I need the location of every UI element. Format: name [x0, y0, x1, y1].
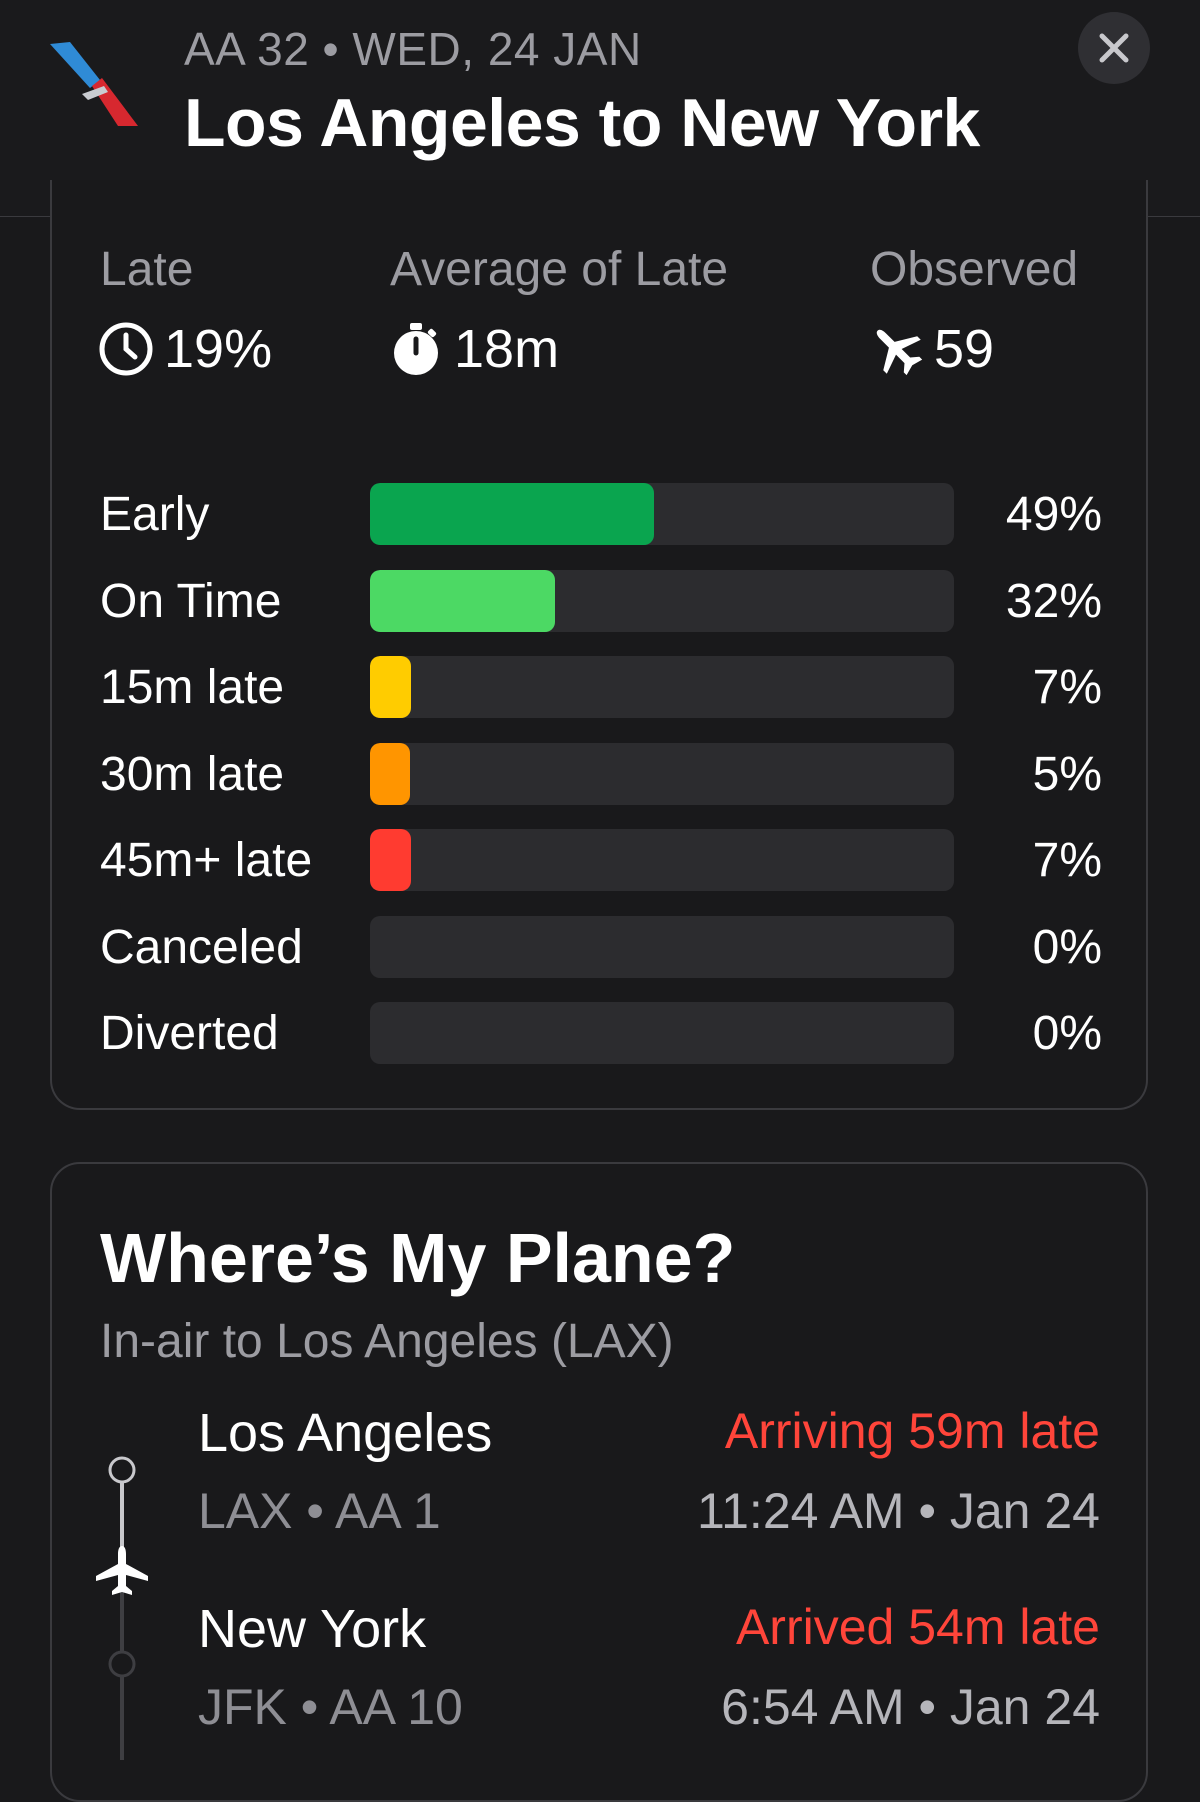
- distribution-bar-track: [370, 1002, 954, 1064]
- stopwatch-icon: [394, 323, 438, 375]
- distribution-row: Diverted 0%: [100, 1002, 1102, 1064]
- wheres-my-plane-title: Where’s My Plane?: [100, 1219, 736, 1297]
- distribution-bar-track: [370, 743, 954, 805]
- distribution-percent: 32%: [1005, 575, 1102, 628]
- distribution-label: Early: [100, 488, 210, 541]
- distribution-bar-fill: [370, 483, 654, 545]
- distribution-bar-fill: [370, 829, 411, 891]
- clock-icon: [99, 322, 153, 376]
- distribution-row: 15m late 7%: [100, 656, 1102, 718]
- distribution-label: Diverted: [100, 1007, 279, 1060]
- late-label: Late: [100, 243, 194, 296]
- distribution-bar-track: [370, 656, 954, 718]
- average-late-stat: 18m: [388, 318, 559, 380]
- plane-status-subtitle: In-air to Los Angeles (LAX): [100, 1315, 674, 1368]
- airline-logo: [50, 42, 138, 126]
- average-late-label: Average of Late: [390, 243, 729, 296]
- distribution-row: Canceled 0%: [100, 916, 1102, 978]
- distribution-bar-track: [370, 916, 954, 978]
- plane-icon: [876, 329, 923, 376]
- distribution-bar-fill: [370, 656, 411, 718]
- flight-number-date: AA 32 • WED, 24 JAN: [184, 23, 642, 75]
- flight-progress-track: [96, 1456, 148, 1760]
- distribution-label: 45m+ late: [100, 834, 313, 887]
- origin-arrival-time: 11:24 AM • Jan 24: [697, 1483, 1100, 1539]
- destination-arrival-time: 6:54 AM • Jan 24: [721, 1679, 1100, 1735]
- plane-icon: [96, 1546, 148, 1595]
- distribution-percent: 0%: [1032, 1007, 1102, 1060]
- distribution-label: 30m late: [100, 748, 285, 801]
- distribution-label: 15m late: [100, 661, 285, 714]
- distribution-percent: 7%: [1032, 661, 1102, 714]
- observed-value: 59: [934, 319, 995, 379]
- observed-stat: 59: [868, 318, 994, 380]
- distribution-bar-track: [370, 483, 954, 545]
- late-value: 19%: [164, 319, 273, 379]
- origin-arrival-status: Arriving 59m late: [724, 1403, 1100, 1459]
- late-stat: 19%: [98, 318, 272, 380]
- distribution-percent: 0%: [1032, 921, 1102, 974]
- distribution-row: Early 49%: [100, 483, 1102, 545]
- distribution-label: Canceled: [100, 921, 303, 974]
- distribution-percent: 7%: [1032, 834, 1102, 887]
- distribution-row: 45m+ late 7%: [100, 829, 1102, 891]
- distribution-bar-fill: [370, 570, 555, 632]
- distribution-label: On Time: [100, 575, 282, 628]
- origin-city: Los Angeles: [198, 1403, 493, 1463]
- distribution-bar-track: [370, 829, 954, 891]
- average-late-value: 18m: [454, 319, 560, 379]
- close-button[interactable]: [1078, 12, 1150, 84]
- distribution-row: 30m late 5%: [100, 743, 1102, 805]
- distribution-bar-fill: [370, 743, 410, 805]
- route-title: Los Angeles to New York: [184, 85, 980, 161]
- destination-arrival-status: Arrived 54m late: [735, 1599, 1100, 1655]
- destination-code-flight: JFK • AA 10: [198, 1679, 463, 1735]
- distribution-bar-track: [370, 570, 954, 632]
- close-icon: [1099, 33, 1129, 63]
- origin-code-flight: LAX • AA 1: [198, 1483, 441, 1539]
- destination-city: New York: [198, 1599, 427, 1659]
- distribution-row: On Time 32%: [100, 570, 1102, 632]
- observed-label: Observed: [870, 243, 1079, 296]
- distribution-percent: 5%: [1032, 748, 1102, 801]
- distribution-percent: 49%: [1005, 488, 1102, 541]
